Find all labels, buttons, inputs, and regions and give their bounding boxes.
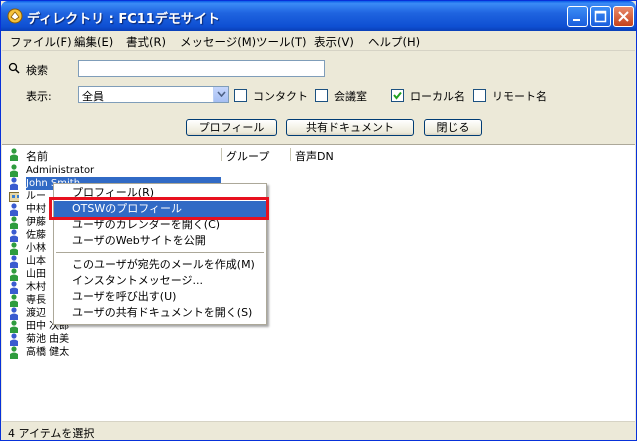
maximize-button[interactable]: [590, 6, 611, 27]
context-menu-open-calendar[interactable]: ユーザのカレンダーを開く(C): [54, 217, 266, 233]
search-form: 検索 表示: 全員 コンタクト 会議室 ローカル名 リモート名 プロフィール 共…: [2, 52, 635, 144]
row-name: 中村: [26, 204, 46, 215]
display-label: 表示:: [26, 90, 52, 103]
context-menu-open-shared-docs[interactable]: ユーザの共有ドキュメントを開く(S): [54, 305, 266, 321]
person-icon: [10, 346, 18, 359]
dropdown-arrow[interactable]: [213, 87, 228, 102]
person-column-icon: [10, 148, 18, 161]
meeting-room-checkbox-label: 会議室: [334, 90, 367, 103]
row-name: 山本: [26, 256, 46, 267]
row-name: Administrator: [26, 165, 95, 176]
table-row[interactable]: 菊池 由美: [2, 333, 635, 346]
row-name: 専長: [26, 295, 46, 306]
person-icon: [10, 333, 18, 346]
person-icon: [10, 177, 18, 190]
context-menu-compose-mail[interactable]: このユーザが宛先のメールを作成(M): [54, 257, 266, 273]
remote-name-checkbox[interactable]: [473, 89, 486, 102]
shared-documents-button[interactable]: 共有ドキュメント: [286, 119, 414, 136]
close-button[interactable]: 閉じる: [424, 119, 482, 136]
local-name-checkbox-label: ローカル名: [410, 90, 465, 103]
context-menu-instant-message[interactable]: インスタントメッセージ...: [54, 273, 266, 289]
menu-tools[interactable]: ツール(T): [256, 34, 307, 50]
menu-edit[interactable]: 編集(E): [74, 34, 113, 50]
person-icon: [10, 255, 18, 268]
menu-format[interactable]: 書式(R): [126, 34, 166, 50]
person-icon: [10, 164, 18, 177]
person-icon: [10, 229, 18, 242]
display-select[interactable]: 全員: [78, 86, 229, 103]
contact-checkbox-label: コンタクト: [253, 90, 308, 103]
menu-view[interactable]: 表示(V): [314, 34, 354, 50]
minimize-button[interactable]: [567, 6, 588, 27]
row-name: ルー: [26, 191, 46, 202]
menu-message[interactable]: メッセージ(M): [180, 34, 256, 50]
row-name: 菊池 由美: [26, 334, 70, 345]
person-icon: [10, 281, 18, 294]
person-icon: [10, 242, 18, 255]
column-group[interactable]: グループ: [226, 148, 269, 164]
person-icon: [10, 294, 18, 307]
checkmark-icon: [393, 91, 402, 100]
app-icon: [7, 8, 23, 24]
column-voice-dn[interactable]: 音声DN: [295, 148, 334, 164]
profile-button[interactable]: プロフィール: [186, 119, 277, 136]
minimize-icon: [573, 19, 580, 21]
column-divider[interactable]: [221, 148, 222, 161]
context-menu-separator: [56, 252, 264, 253]
search-label: 検索: [26, 64, 48, 77]
maximize-icon: [594, 10, 607, 23]
row-name: 伊藤: [26, 217, 46, 228]
table-row[interactable]: Administrator: [2, 164, 635, 177]
person-icon: [10, 216, 18, 229]
context-menu: プロフィール(R) OTSWのプロフィール ユーザのカレンダーを開く(C) ユー…: [53, 183, 267, 325]
list-header: 名前 グループ 音声DN: [2, 145, 635, 163]
row-name: 山田: [26, 269, 46, 280]
local-name-checkbox[interactable]: [391, 89, 404, 102]
contact-checkbox[interactable]: [234, 89, 247, 102]
context-menu-profile[interactable]: プロフィール(R): [54, 185, 266, 201]
status-text: 4 アイテムを選択: [8, 427, 95, 440]
menu-help[interactable]: ヘルプ(H): [368, 34, 420, 50]
room-icon: [9, 192, 19, 202]
window-title: ディレクトリ : FC11デモサイト: [27, 12, 220, 27]
search-input[interactable]: [78, 60, 325, 77]
menu-bar: ファイル(F) 編集(E) 書式(R) メッセージ(M) ツール(T) 表示(V…: [2, 31, 635, 51]
context-menu-publish-website[interactable]: ユーザのWebサイトを公開: [54, 233, 266, 249]
row-name: 小林: [26, 243, 46, 254]
close-window-button[interactable]: [613, 6, 634, 27]
row-name: 高橋 健太: [26, 347, 70, 358]
row-name: 渡辺: [26, 308, 46, 319]
status-bar: 4 アイテムを選択: [2, 421, 635, 440]
person-icon: [10, 268, 18, 281]
search-icon: [8, 62, 20, 74]
column-name[interactable]: 名前: [26, 148, 48, 164]
chevron-down-icon: [217, 91, 226, 97]
row-name: 木村: [26, 282, 46, 293]
row-name: 佐藤: [26, 230, 46, 241]
context-menu-otsw-profile[interactable]: OTSWのプロフィール: [54, 201, 266, 217]
directory-window: ディレクトリ : FC11デモサイト ファイル(F) 編集(E) 書式(R) メ…: [0, 0, 637, 441]
title-bar[interactable]: ディレクトリ : FC11デモサイト: [1, 1, 636, 31]
table-row[interactable]: 高橋 健太: [2, 346, 635, 359]
remote-name-checkbox-label: リモート名: [492, 90, 547, 103]
menu-file[interactable]: ファイル(F): [10, 34, 72, 50]
meeting-room-checkbox[interactable]: [315, 89, 328, 102]
column-divider[interactable]: [290, 148, 291, 161]
person-icon: [10, 203, 18, 216]
person-icon: [10, 320, 18, 333]
context-menu-call-user[interactable]: ユーザを呼び出す(U): [54, 289, 266, 305]
display-select-value: 全員: [82, 90, 104, 103]
person-icon: [10, 307, 18, 320]
close-icon: [618, 11, 629, 22]
